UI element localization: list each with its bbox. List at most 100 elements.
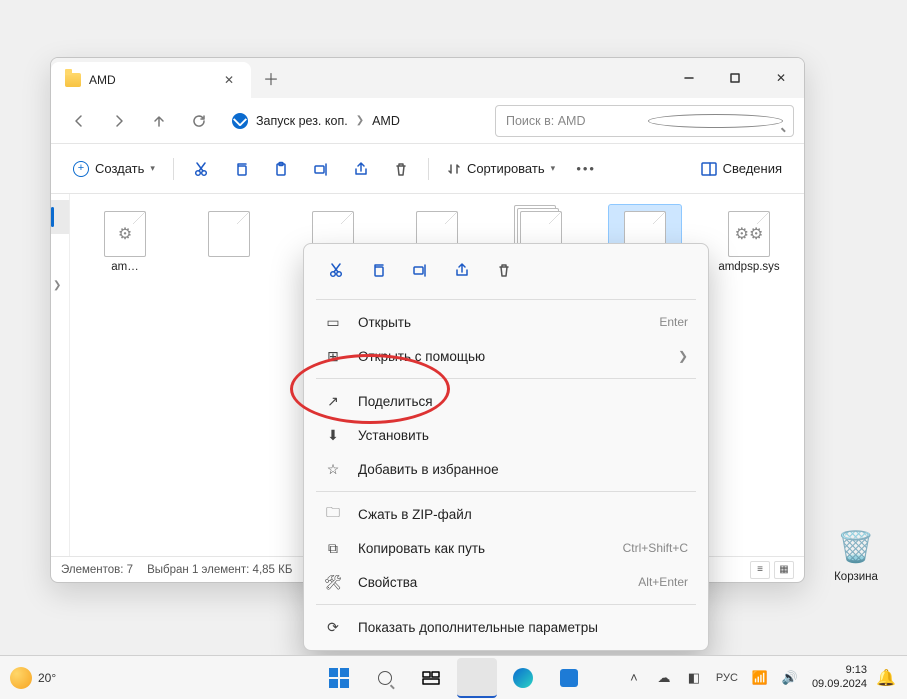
edge-taskbar[interactable] xyxy=(503,658,543,698)
sidebar-item-downloads[interactable]: ⬇Загрузки📌 xyxy=(51,350,70,384)
share-action[interactable] xyxy=(448,256,476,284)
expand-icon[interactable]: ❯ xyxy=(53,280,61,291)
sidebar-item-amd[interactable]: AMD📌 xyxy=(51,520,70,554)
up-button[interactable] xyxy=(141,105,177,137)
recycle-bin[interactable]: 🗑️ Корзина xyxy=(831,525,881,583)
menu-item-label: Открыть с помощью xyxy=(358,349,485,364)
cut-button[interactable] xyxy=(182,152,220,186)
folder-icon xyxy=(467,669,487,685)
address-bar[interactable]: Запуск рез. коп. ❯ AMD xyxy=(221,105,491,137)
tab-close-button[interactable]: ✕ xyxy=(221,72,237,88)
details-pane-button[interactable]: Сведения xyxy=(691,152,792,186)
share-icon: ↗ xyxy=(324,393,342,410)
system-tray: ˄ ☁ ◧ РУС 📶 🔊 9:13 09.09.2024 🔔 xyxy=(620,658,897,698)
close-window-button[interactable]: ✕ xyxy=(758,58,804,98)
open-icon: ▭ xyxy=(324,314,342,331)
more-button[interactable]: ••• xyxy=(567,152,605,186)
weather-widget[interactable]: 20° xyxy=(10,667,56,689)
chevron-right-icon: ❯ xyxy=(356,115,364,126)
menu-item-install[interactable]: ⬇Установить xyxy=(304,418,708,452)
volume-icon[interactable]: 🔊 xyxy=(776,658,804,698)
menu-item-label: Показать дополнительные параметры xyxy=(358,620,598,635)
file-icon: ⚙ xyxy=(104,211,146,257)
sidebar-item-documents[interactable]: 📄Документы📌 xyxy=(51,384,70,418)
search-box[interactable]: Поиск в: AMD xyxy=(495,105,794,137)
cut-action[interactable] xyxy=(322,256,350,284)
recycle-bin-icon: 🗑️ xyxy=(836,525,876,569)
new-tab-button[interactable]: ＋ xyxy=(251,58,291,98)
menu-item-share[interactable]: ↗ Поделиться xyxy=(304,384,708,418)
menu-item-properties[interactable]: 🛠СвойстваAlt+Enter xyxy=(304,565,708,599)
copy-action[interactable] xyxy=(364,256,392,284)
maximize-button[interactable] xyxy=(712,58,758,98)
tray-app[interactable]: ◧ xyxy=(680,658,708,698)
menu-item-open[interactable]: ▭ОткрытьEnter xyxy=(304,305,708,339)
icons-view-button[interactable]: ▦ xyxy=(774,561,794,579)
forward-button[interactable] xyxy=(101,105,137,137)
tray-overflow[interactable]: ˄ xyxy=(620,658,648,698)
date: 09.09.2024 xyxy=(812,678,867,691)
taskbar: 20° ˄ ☁ ◧ РУС 📶 🔊 9:13 09.09.2024 🔔 xyxy=(0,655,907,699)
titlebar: AMD ✕ ＋ ✕ xyxy=(51,58,804,98)
file-item[interactable]: ⚙am… xyxy=(88,204,162,282)
share-button[interactable] xyxy=(342,152,380,186)
menu-shortcut: Enter xyxy=(659,315,688,329)
paste-button[interactable] xyxy=(262,152,300,186)
task-view-button[interactable] xyxy=(411,658,451,698)
onedrive-icon xyxy=(232,113,248,129)
time: 9:13 xyxy=(812,664,867,677)
menu-shortcut: Alt+Enter xyxy=(638,575,688,589)
item-count: Элементов: 7 xyxy=(61,564,133,576)
start-button[interactable] xyxy=(319,658,359,698)
rename-button[interactable] xyxy=(302,152,340,186)
sidebar-item-pictures[interactable]: 🖼Изображения📌 xyxy=(51,418,70,452)
refresh-button[interactable] xyxy=(181,105,217,137)
menu-item-copy-path[interactable]: ⧉Копировать как путьCtrl+Shift+C xyxy=(304,531,708,565)
search-button[interactable] xyxy=(365,658,405,698)
sort-button[interactable]: Сортировать ▾ xyxy=(437,152,565,186)
edge-icon xyxy=(513,668,533,688)
file-item[interactable] xyxy=(192,204,266,282)
breadcrumb-root[interactable]: Запуск рез. коп. xyxy=(256,114,348,128)
context-menu-quick-actions xyxy=(304,250,708,294)
temperature: 20° xyxy=(38,671,56,685)
store-taskbar[interactable] xyxy=(549,658,589,698)
clock[interactable]: 9:13 09.09.2024 xyxy=(806,664,873,690)
chevron-down-icon: ▾ xyxy=(551,163,556,174)
menu-item-more-options[interactable]: ⟳ Показать дополнительные параметры xyxy=(304,610,708,644)
network-icon[interactable]: 📶 xyxy=(746,658,774,698)
notifications-button[interactable]: 🔔 xyxy=(875,667,897,689)
menu-item-open-with[interactable]: ⊞Открыть с помощью❯ xyxy=(304,339,708,373)
new-button[interactable]: + Создать ▾ xyxy=(63,152,165,186)
minimize-button[interactable] xyxy=(666,58,712,98)
breadcrumb-current[interactable]: AMD xyxy=(372,114,400,128)
file-icon: ⚙⚙ xyxy=(728,211,770,257)
sidebar-item-onedrive[interactable]: ❯Тест — Личное xyxy=(51,268,70,302)
more-icon: ⟳ xyxy=(324,619,342,636)
menu-item-favorite[interactable]: ☆Добавить в избранное xyxy=(304,452,708,486)
back-button[interactable] xyxy=(61,105,97,137)
details-view-button[interactable]: ≡ xyxy=(750,561,770,579)
search-icon xyxy=(378,671,392,685)
sidebar-item-desktop[interactable]: 🖥Рабочий стол📌 xyxy=(51,316,70,350)
menu-item-label: Поделиться xyxy=(358,394,433,409)
sidebar-item-videos[interactable]: ▶Видео📌 xyxy=(51,486,70,520)
language-indicator[interactable]: РУС xyxy=(710,658,744,698)
window-controls: ✕ xyxy=(666,58,804,98)
menu-item-label: Сжать в ZIP-файл xyxy=(358,507,472,522)
onedrive-tray[interactable]: ☁ xyxy=(650,658,678,698)
file-item[interactable]: ⚙⚙amdpsp.sys xyxy=(712,204,786,282)
sidebar-item-gallery[interactable]: ▦Галерея xyxy=(51,234,70,268)
menu-item-compress[interactable]: 🗀Сжать в ZIP-файл xyxy=(304,497,708,531)
delete-action[interactable] xyxy=(490,256,518,284)
copy-button[interactable] xyxy=(222,152,260,186)
file-explorer-taskbar[interactable] xyxy=(457,658,497,698)
delete-button[interactable] xyxy=(382,152,420,186)
rename-action[interactable] xyxy=(406,256,434,284)
menu-item-label: Добавить в избранное xyxy=(358,462,499,477)
sort-label: Сортировать xyxy=(467,161,545,176)
active-tab[interactable]: AMD ✕ xyxy=(51,62,251,98)
sidebar-item-music[interactable]: ♪Музыка📌 xyxy=(51,452,70,486)
sidebar-item-home[interactable]: ⌂Главная xyxy=(51,200,70,234)
search-icon xyxy=(648,114,784,128)
